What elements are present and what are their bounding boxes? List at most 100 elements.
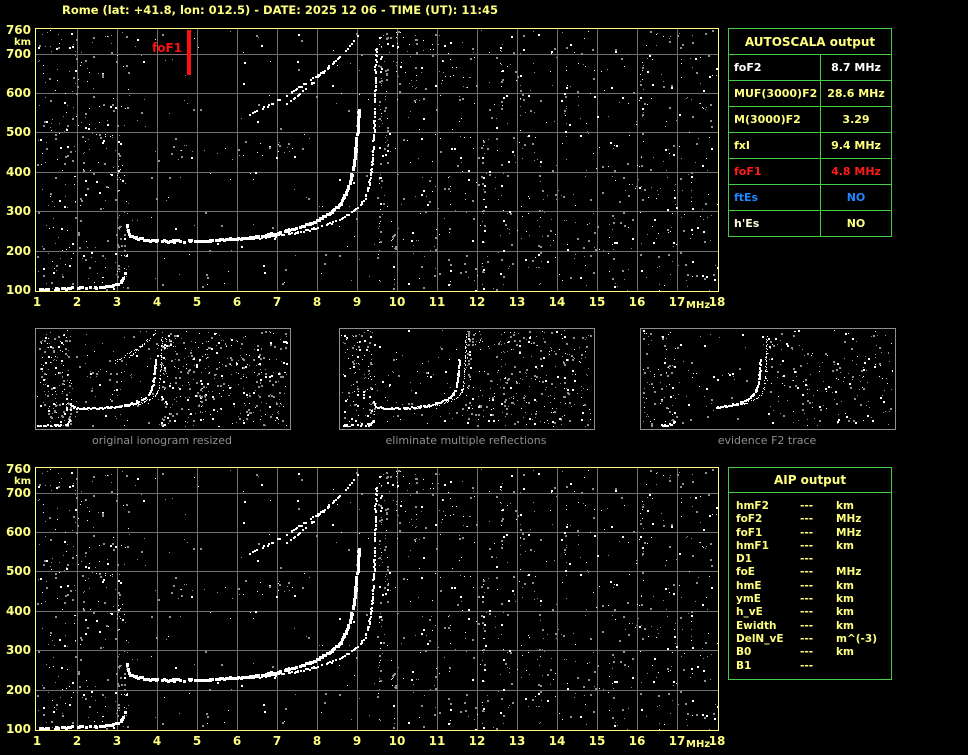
aip-value: ---: [800, 553, 836, 566]
aip-name: hmE: [736, 580, 800, 593]
aip-value: ---: [800, 500, 836, 513]
y-tick-label: 500: [0, 126, 31, 138]
aip-value: ---: [800, 660, 836, 673]
aip-name: B1: [736, 660, 800, 673]
x-tick-label: 15: [584, 735, 610, 747]
x-tick-label: 12: [464, 296, 490, 308]
x-tick-label: 5: [184, 735, 210, 747]
thumbnail-caption-f2: evidence F2 trace: [639, 434, 895, 447]
y-tick-label: 700: [0, 48, 31, 60]
x-tick-label: 10: [384, 735, 410, 747]
aip-name: Ewidth: [736, 620, 800, 633]
aip-row-hmf2: hmF2---km: [736, 500, 891, 513]
x-tick-label: 6: [224, 735, 250, 747]
x-tick-label: 13: [504, 735, 530, 747]
parameter-label-ftes: ftEs: [729, 185, 821, 211]
x-tick-label: 14: [544, 296, 570, 308]
parameter-label-muf3000f2: MUF(3000)F2: [729, 81, 821, 107]
x-tick-label: 16: [624, 735, 650, 747]
aip-row-yme: ymE---km: [736, 593, 891, 606]
x-tick-label: 11: [424, 296, 450, 308]
aip-unit: km: [836, 646, 891, 659]
y-tick-label: 760: [0, 463, 31, 475]
table-row: fxI 9.4 MHz: [729, 133, 892, 159]
aip-row-hve: h_vE---km: [736, 606, 891, 619]
aip-value: ---: [800, 606, 836, 619]
y-tick-label: 200: [0, 684, 31, 696]
parameter-value-fof2: 8.7 MHz: [821, 55, 892, 81]
x-tick-label: 1: [24, 296, 50, 308]
thumbnail-canvas-eliminate: [340, 329, 592, 427]
aip-name: hmF2: [736, 500, 800, 513]
aip-row-fof1: foF1---MHz: [736, 527, 891, 540]
aip-unit: MHz: [836, 513, 891, 526]
thumbnail-eliminate-reflections: [339, 328, 595, 430]
x-tick-label: 8: [304, 735, 330, 747]
x-tick-label: 6: [224, 296, 250, 308]
table-row: foF1 4.8 MHz: [729, 159, 892, 185]
parameter-value-muf3000f2: 28.6 MHz: [821, 81, 892, 107]
x-tick-label: 10: [384, 296, 410, 308]
x-tick-label: 12: [464, 735, 490, 747]
parameter-label-fof2: foF2: [729, 55, 821, 81]
autoscala-table-title: AUTOSCALA output: [729, 29, 892, 55]
aip-name: hmF1: [736, 540, 800, 553]
x-tick-label: 7: [264, 735, 290, 747]
autoscala-app-window: Rome (lat: +41.8, lon: 012.5) - DATE: 20…: [0, 0, 968, 755]
y-tick-label: 300: [0, 205, 31, 217]
x-tick-label: 3: [104, 735, 130, 747]
thumbnail-caption-eliminate: eliminate multiple reflections: [338, 434, 594, 447]
aip-unit: MHz: [836, 527, 891, 540]
y-tick-label: 700: [0, 487, 31, 499]
y-tick-label: 760: [0, 24, 31, 36]
thumbnail-f2-trace: [640, 328, 896, 430]
y-tick-label: 300: [0, 644, 31, 656]
table-row: h'Es NO: [729, 211, 892, 237]
aip-name: foE: [736, 566, 800, 579]
thumbnail-original-ionogram: [35, 328, 291, 430]
aip-value: ---: [800, 633, 836, 646]
thumbnail-canvas-original: [36, 329, 288, 427]
aip-name: h_vE: [736, 606, 800, 619]
aip-row-delnve: DelN_vE---m^(-3): [736, 633, 891, 646]
aip-value: ---: [800, 540, 836, 553]
x-tick-label: 2: [64, 296, 90, 308]
aip-row-ewidth: Ewidth---km: [736, 620, 891, 633]
station-title: Rome (lat: +41.8, lon: 012.5) - DATE: 20…: [62, 3, 498, 17]
parameter-label-fxi: fxI: [729, 133, 821, 159]
thumbnail-caption-original: original ionogram resized: [34, 434, 290, 447]
x-tick-label: 14: [544, 735, 570, 747]
table-row: foF2 8.7 MHz: [729, 55, 892, 81]
aip-unit: m^(-3): [836, 633, 891, 646]
aip-unit: km: [836, 606, 891, 619]
aip-unit: km: [836, 540, 891, 553]
aip-row-hme: hmE---km: [736, 580, 891, 593]
y-axis-unit-label: km: [14, 38, 31, 48]
x-tick-label: 5: [184, 296, 210, 308]
aip-rows: hmF2---km foF2---MHz foF1---MHz hmF1---k…: [729, 493, 891, 673]
bottom-ionogram-canvas: [35, 467, 719, 731]
parameter-value-fof1: 4.8 MHz: [821, 159, 892, 185]
aip-row-d1: D1---: [736, 553, 891, 566]
aip-row-foe: foE---MHz: [736, 566, 891, 579]
x-tick-label: 9: [344, 296, 370, 308]
aip-name: DelN_vE: [736, 633, 800, 646]
table-row: M(3000)F2 3.29: [729, 107, 892, 133]
aip-name: foF1: [736, 527, 800, 540]
parameter-value-fxi: 9.4 MHz: [821, 133, 892, 159]
x-axis-unit-label: MHz: [686, 301, 710, 311]
autoscala-output-table: AUTOSCALA output foF2 8.7 MHz MUF(3000)F…: [728, 28, 892, 237]
y-tick-label: 200: [0, 245, 31, 257]
x-tick-label: 2: [64, 735, 90, 747]
aip-row-hmf1: hmF1---km: [736, 540, 891, 553]
parameter-value-hes: NO: [821, 211, 892, 237]
x-tick-label: 15: [584, 296, 610, 308]
y-tick-label: 500: [0, 565, 31, 577]
aip-value: ---: [800, 646, 836, 659]
x-axis-unit-label: MHz: [686, 740, 710, 750]
aip-value: ---: [800, 527, 836, 540]
aip-unit: [836, 553, 891, 566]
y-tick-label: 100: [0, 284, 31, 296]
table-row: MUF(3000)F2 28.6 MHz: [729, 81, 892, 107]
x-tick-label: 9: [344, 735, 370, 747]
